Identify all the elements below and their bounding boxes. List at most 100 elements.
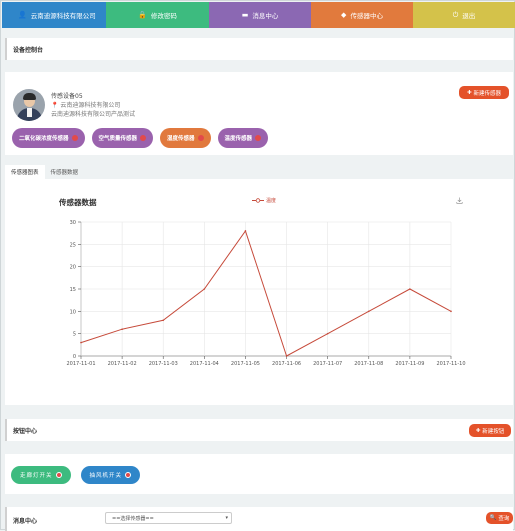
query-label: 查询 bbox=[498, 516, 510, 522]
status-dot-icon bbox=[125, 472, 132, 478]
top-nav: 👤 云南迪源科技有限公司 🔒 修改密码 ▬ 消息中心 ◆ 传感器中心 ⏻ 退出 bbox=[2, 2, 515, 28]
legend-label: 温度 bbox=[266, 198, 277, 204]
message-center-bar: 消息中心 ==选择传感器== ▾ 🔍 查询 bbox=[5, 507, 513, 531]
data-point bbox=[162, 319, 165, 322]
sensor-select-value: ==选择传感器== bbox=[112, 515, 154, 522]
nav-change-password-label: 修改密码 bbox=[150, 12, 177, 20]
sensor-temperature[interactable]: 温度传感器 bbox=[217, 128, 269, 148]
sensor-co2-label: 二氧化碳浓度传感器 bbox=[19, 136, 69, 142]
device-description: 云南迪源科技有限公司产品测试 bbox=[51, 111, 136, 118]
y-tick-label: 5 bbox=[73, 332, 76, 338]
status-dot-icon bbox=[140, 135, 147, 141]
power-icon: ⏻ bbox=[452, 10, 459, 19]
chart-title: 传感器数据 bbox=[59, 198, 97, 207]
new-button-label: 新建按钮 bbox=[482, 428, 505, 435]
x-tick-label: 2017-11-01 bbox=[66, 361, 95, 367]
data-point bbox=[367, 310, 370, 313]
line-chart: 0 5 10 15 20 25 30 2017-11-01 2017-11-02 2017-11… bbox=[66, 220, 465, 367]
device-panel: 传感设备05 📍 云南迪源科技有限公司 云南迪源科技有限公司产品测试 ✚ 新建传… bbox=[5, 72, 513, 155]
x-tick-label: 2017-11-04 bbox=[190, 361, 219, 367]
x-tick-label: 2017-11-08 bbox=[354, 361, 383, 367]
nav-change-password[interactable]: 🔒 修改密码 bbox=[106, 2, 209, 28]
x-tick-label: 2017-11-07 bbox=[313, 361, 342, 367]
nav-company[interactable]: 👤 云南迪源科技有限公司 bbox=[2, 2, 106, 28]
status-dot-icon bbox=[71, 135, 78, 141]
chart-panel: 0 5 10 15 20 25 30 2017-11-01 2017-11-02 2017-11… bbox=[5, 179, 513, 405]
new-sensor-button[interactable]: ✚ 新建传感器 bbox=[459, 86, 509, 99]
tab-bar: 传感器图表 传感器数据 bbox=[5, 165, 513, 179]
exhaust-fan-switch[interactable]: 抽风机开关 bbox=[80, 466, 141, 484]
sensor-temperature-label: 温度传感器 bbox=[224, 136, 253, 142]
console-title: 设备控制台 bbox=[13, 47, 44, 54]
sensor-air-quality[interactable]: 空气质量传感器 bbox=[91, 128, 154, 148]
location-icon: 📍 bbox=[51, 102, 59, 109]
message-icon: ▬ bbox=[241, 11, 249, 19]
tag-icon: ◆ bbox=[341, 11, 347, 19]
nav-message-center-label: 消息中心 bbox=[252, 12, 279, 20]
y-tick-label: 15 bbox=[70, 287, 76, 293]
data-point bbox=[203, 288, 206, 290]
nav-logout[interactable]: ⏻ 退出 bbox=[413, 2, 515, 28]
x-tick-label: 2017-11-05 bbox=[231, 361, 260, 367]
x-tick-label: 2017-11-02 bbox=[108, 361, 137, 367]
avatar bbox=[13, 89, 45, 121]
nav-sensor-center[interactable]: ◆ 传感器中心 bbox=[311, 2, 413, 28]
console-header: 设备控制台 bbox=[5, 38, 513, 60]
query-button[interactable]: 🔍 查询 bbox=[486, 512, 513, 524]
status-dot-icon bbox=[255, 135, 262, 141]
tab-sensor-chart[interactable]: 传感器图表 bbox=[5, 165, 45, 179]
switch-list: 走廊灯开关 抽风机开关 bbox=[11, 466, 141, 484]
nav-sensor-center-label: 传感器中心 bbox=[350, 12, 383, 20]
chevron-down-icon: ▾ bbox=[225, 515, 228, 521]
lock-icon: 🔒 bbox=[138, 11, 147, 19]
chart-legend[interactable]: 温度 bbox=[252, 197, 276, 204]
device-company: 📍 云南迪源科技有限公司 bbox=[51, 100, 120, 109]
corridor-light-switch[interactable]: 走廊灯开关 bbox=[11, 466, 71, 484]
series-line bbox=[80, 229, 452, 357]
nav-company-label: 云南迪源科技有限公司 bbox=[30, 12, 96, 20]
legend-line-icon bbox=[252, 198, 264, 203]
sensor-humidity-label: 湿度传感器 bbox=[167, 136, 195, 142]
data-point bbox=[285, 355, 288, 357]
button-center-header: 按钮中心 ✚ 新建按钮 bbox=[5, 419, 513, 441]
y-tick-label: 10 bbox=[70, 309, 76, 315]
exhaust-fan-switch-label: 抽风机开关 bbox=[89, 473, 123, 479]
sensor-humidity[interactable]: 湿度传感器 bbox=[160, 128, 211, 148]
data-point bbox=[450, 310, 452, 313]
data-point bbox=[244, 230, 247, 232]
new-sensor-label: 新建传感器 bbox=[473, 90, 502, 97]
sensor-co2[interactable]: 二氧化碳浓度传感器 bbox=[12, 128, 85, 148]
status-dot-icon bbox=[55, 472, 62, 478]
y-tick-label: 25 bbox=[70, 242, 76, 248]
data-point bbox=[409, 288, 411, 290]
sensor-select[interactable]: ==选择传感器== ▾ bbox=[105, 512, 232, 524]
plus-icon: ✚ bbox=[475, 427, 481, 434]
button-center-title: 按钮中心 bbox=[13, 428, 38, 435]
data-point bbox=[80, 341, 82, 344]
data-point bbox=[326, 332, 329, 335]
user-icon: 👤 bbox=[18, 11, 27, 19]
message-center-title: 消息中心 bbox=[13, 518, 38, 525]
app-frame: 👤 云南迪源科技有限公司 🔒 修改密码 ▬ 消息中心 ◆ 传感器中心 ⏻ 退出 … bbox=[0, 0, 515, 531]
x-tick-label: 2017-11-10 bbox=[436, 361, 465, 367]
device-company-label: 云南迪源科技有限公司 bbox=[60, 102, 121, 109]
new-button-button[interactable]: ✚ 新建按钮 bbox=[469, 424, 511, 437]
plus-icon: ✚ bbox=[466, 89, 472, 96]
y-tick-label: 0 bbox=[73, 354, 76, 360]
y-tick-label: 30 bbox=[70, 220, 76, 226]
corridor-light-switch-label: 走廊灯开关 bbox=[20, 473, 53, 479]
switch-panel: 走廊灯开关 抽风机开关 bbox=[5, 454, 513, 494]
download-icon[interactable] bbox=[456, 197, 463, 204]
sensor-air-quality-label: 空气质量传感器 bbox=[98, 136, 138, 142]
sensor-list: 二氧化碳浓度传感器 空气质量传感器 湿度传感器 温度传感器 bbox=[12, 128, 269, 148]
x-tick-label: 2017-11-03 bbox=[149, 361, 178, 367]
data-point bbox=[121, 328, 123, 330]
search-icon: 🔍 bbox=[489, 515, 497, 521]
tab-sensor-data[interactable]: 传感器数据 bbox=[45, 165, 85, 179]
nav-message-center[interactable]: ▬ 消息中心 bbox=[209, 2, 311, 28]
x-tick-label: 2017-11-06 bbox=[272, 361, 301, 367]
y-tick-label: 20 bbox=[70, 265, 76, 271]
status-dot-icon bbox=[197, 135, 204, 141]
device-name: 传感设备05 bbox=[51, 93, 83, 100]
nav-logout-label: 退出 bbox=[462, 12, 476, 20]
